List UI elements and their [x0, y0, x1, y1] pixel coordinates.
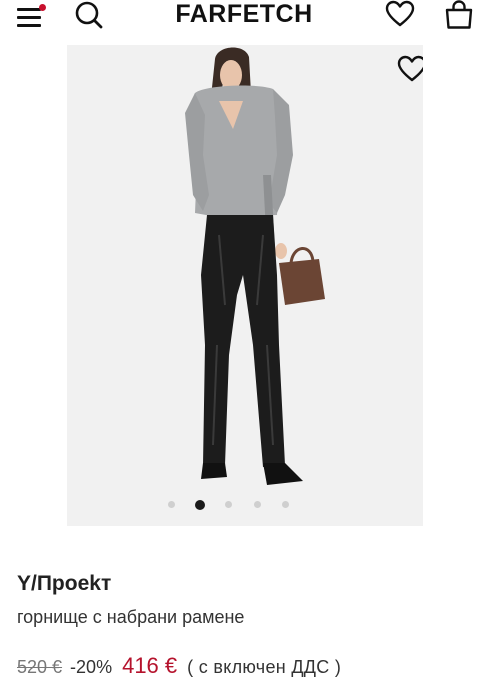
menu-bar: [17, 8, 41, 11]
favorite-button[interactable]: [397, 55, 423, 83]
heart-icon: [385, 0, 415, 27]
sale-price: 416 €: [122, 653, 178, 678]
product-image-gallery[interactable]: [67, 45, 423, 526]
product-name: горнище с набрани рамене: [17, 607, 245, 627]
vat-note: ( с включен ДДС ): [187, 657, 342, 677]
pagination-dot[interactable]: [282, 501, 289, 508]
gallery-pagination: [67, 498, 423, 512]
product-photo: [67, 45, 423, 526]
heart-icon: [397, 55, 423, 82]
product-brand[interactable]: Y/Проеkт: [17, 572, 111, 596]
search-button[interactable]: [74, 0, 104, 30]
search-icon: [75, 1, 103, 29]
top-header: FARFETCH: [0, 0, 489, 34]
wishlist-button[interactable]: [385, 0, 415, 28]
discount-badge: -20%: [70, 657, 113, 677]
notification-dot: [39, 4, 46, 11]
shopping-bag-button[interactable]: [443, 0, 475, 30]
pagination-dot[interactable]: [225, 501, 232, 508]
menu-bar: [17, 24, 41, 27]
old-price: 520 €: [17, 657, 63, 677]
menu-button[interactable]: [17, 4, 46, 28]
pagination-dot-active[interactable]: [195, 499, 205, 510]
price-row: 520 € -20% 416 € ( с включен ДДС ): [17, 653, 341, 681]
pagination-dot[interactable]: [168, 501, 175, 508]
menu-bar: [17, 16, 41, 19]
brand-logo[interactable]: FARFETCH: [130, 0, 358, 28]
pagination-dot[interactable]: [254, 501, 261, 508]
shopping-bag-icon: [445, 0, 473, 29]
